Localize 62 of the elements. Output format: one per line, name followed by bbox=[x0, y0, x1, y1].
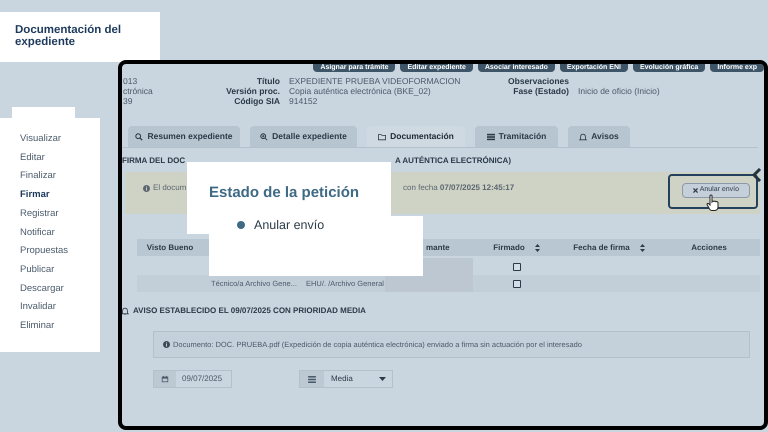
caret-icon bbox=[379, 377, 386, 381]
field-value: EXPEDIENTE PRUEBA VIDEOFORMACION bbox=[289, 76, 462, 86]
section-heading: FIRMA DEL DOC bbox=[122, 155, 186, 167]
field-label: Título bbox=[256, 76, 280, 86]
calendar-icon bbox=[161, 375, 169, 383]
menu-item[interactable]: Eliminar bbox=[20, 317, 100, 336]
chevron-left-icon[interactable] bbox=[752, 168, 762, 182]
tab[interactable]: Avisos bbox=[568, 126, 630, 147]
tab[interactable]: Tramitación bbox=[475, 126, 558, 147]
bell-icon bbox=[122, 307, 129, 315]
field-label: Fase (Estado) bbox=[513, 86, 569, 96]
column-header: Visto Bueno bbox=[146, 242, 194, 254]
field-value: Copia auténtica electrónica (BKE_02) bbox=[289, 86, 432, 96]
menu-item[interactable]: Firmar bbox=[20, 186, 100, 205]
menu-item[interactable]: Invalidar bbox=[20, 298, 100, 318]
field-label: Observaciones bbox=[508, 76, 569, 86]
list-icon bbox=[308, 376, 316, 382]
sort-icon[interactable] bbox=[640, 244, 645, 252]
checkbox[interactable] bbox=[512, 280, 520, 288]
field-value: ctrónica bbox=[123, 86, 154, 96]
tab[interactable]: Resumen expediente bbox=[128, 126, 240, 147]
callout-title: Estado de la petición bbox=[209, 183, 360, 203]
bullet-icon bbox=[237, 221, 245, 230]
checkbox[interactable] bbox=[512, 262, 520, 270]
field-value: 914152 bbox=[289, 96, 318, 106]
menu-item[interactable]: Registrar bbox=[20, 204, 100, 224]
notice-heading: AVISO ESTABLECIDO EL 09/07/2025 CON PRIORIDAD MEDIA bbox=[133, 305, 366, 317]
bell-icon bbox=[579, 132, 588, 140]
column-header: Acciones bbox=[691, 242, 727, 254]
menu-item[interactable]: Notificar bbox=[20, 224, 100, 242]
callout-item: Anular envío bbox=[254, 217, 324, 234]
list-icon bbox=[486, 132, 495, 140]
alert-text: El docum bbox=[153, 182, 186, 194]
panel-title: Documentación del expediente bbox=[15, 24, 122, 48]
section-heading: A AUTÉNTICA ELECTRÓNICA) bbox=[395, 155, 511, 167]
priority-select[interactable]: Media bbox=[299, 370, 393, 388]
menu-item[interactable]: Publicar bbox=[20, 260, 100, 280]
field-label: Código SIA bbox=[234, 96, 280, 106]
field-value: 39 bbox=[123, 96, 134, 106]
column-header[interactable]: Firmado bbox=[493, 242, 525, 254]
info-icon bbox=[163, 341, 170, 348]
info-icon bbox=[143, 184, 150, 192]
menu-item[interactable]: Editar bbox=[20, 148, 100, 168]
menu-item[interactable]: Propuestas bbox=[20, 242, 100, 261]
date-field[interactable]: 09/07/2025 bbox=[153, 370, 232, 388]
tab[interactable]: Documentación bbox=[367, 126, 465, 147]
menu-item[interactable]: Descargar bbox=[20, 280, 100, 298]
column-header[interactable]: Fecha de firma bbox=[573, 242, 630, 254]
search-icon bbox=[135, 132, 144, 140]
field-label: Versión proc. bbox=[226, 86, 280, 96]
menu-item[interactable]: Finalizar bbox=[20, 167, 100, 186]
folder-icon bbox=[378, 132, 386, 140]
zoom-in-icon bbox=[260, 132, 268, 140]
close-icon bbox=[692, 188, 698, 193]
menu-item[interactable]: Visualizar bbox=[20, 130, 100, 149]
column-header: mante bbox=[426, 242, 450, 254]
sort-icon[interactable] bbox=[534, 244, 540, 252]
field-value: 013 bbox=[123, 76, 138, 86]
hand-cursor-icon bbox=[706, 194, 720, 211]
alert-text: con fecha 07/07/2025 12:45:17 bbox=[403, 182, 514, 194]
field-value: Inicio de oficio (Inicio) bbox=[578, 86, 660, 96]
tab[interactable]: Detalle expediente bbox=[250, 126, 357, 147]
